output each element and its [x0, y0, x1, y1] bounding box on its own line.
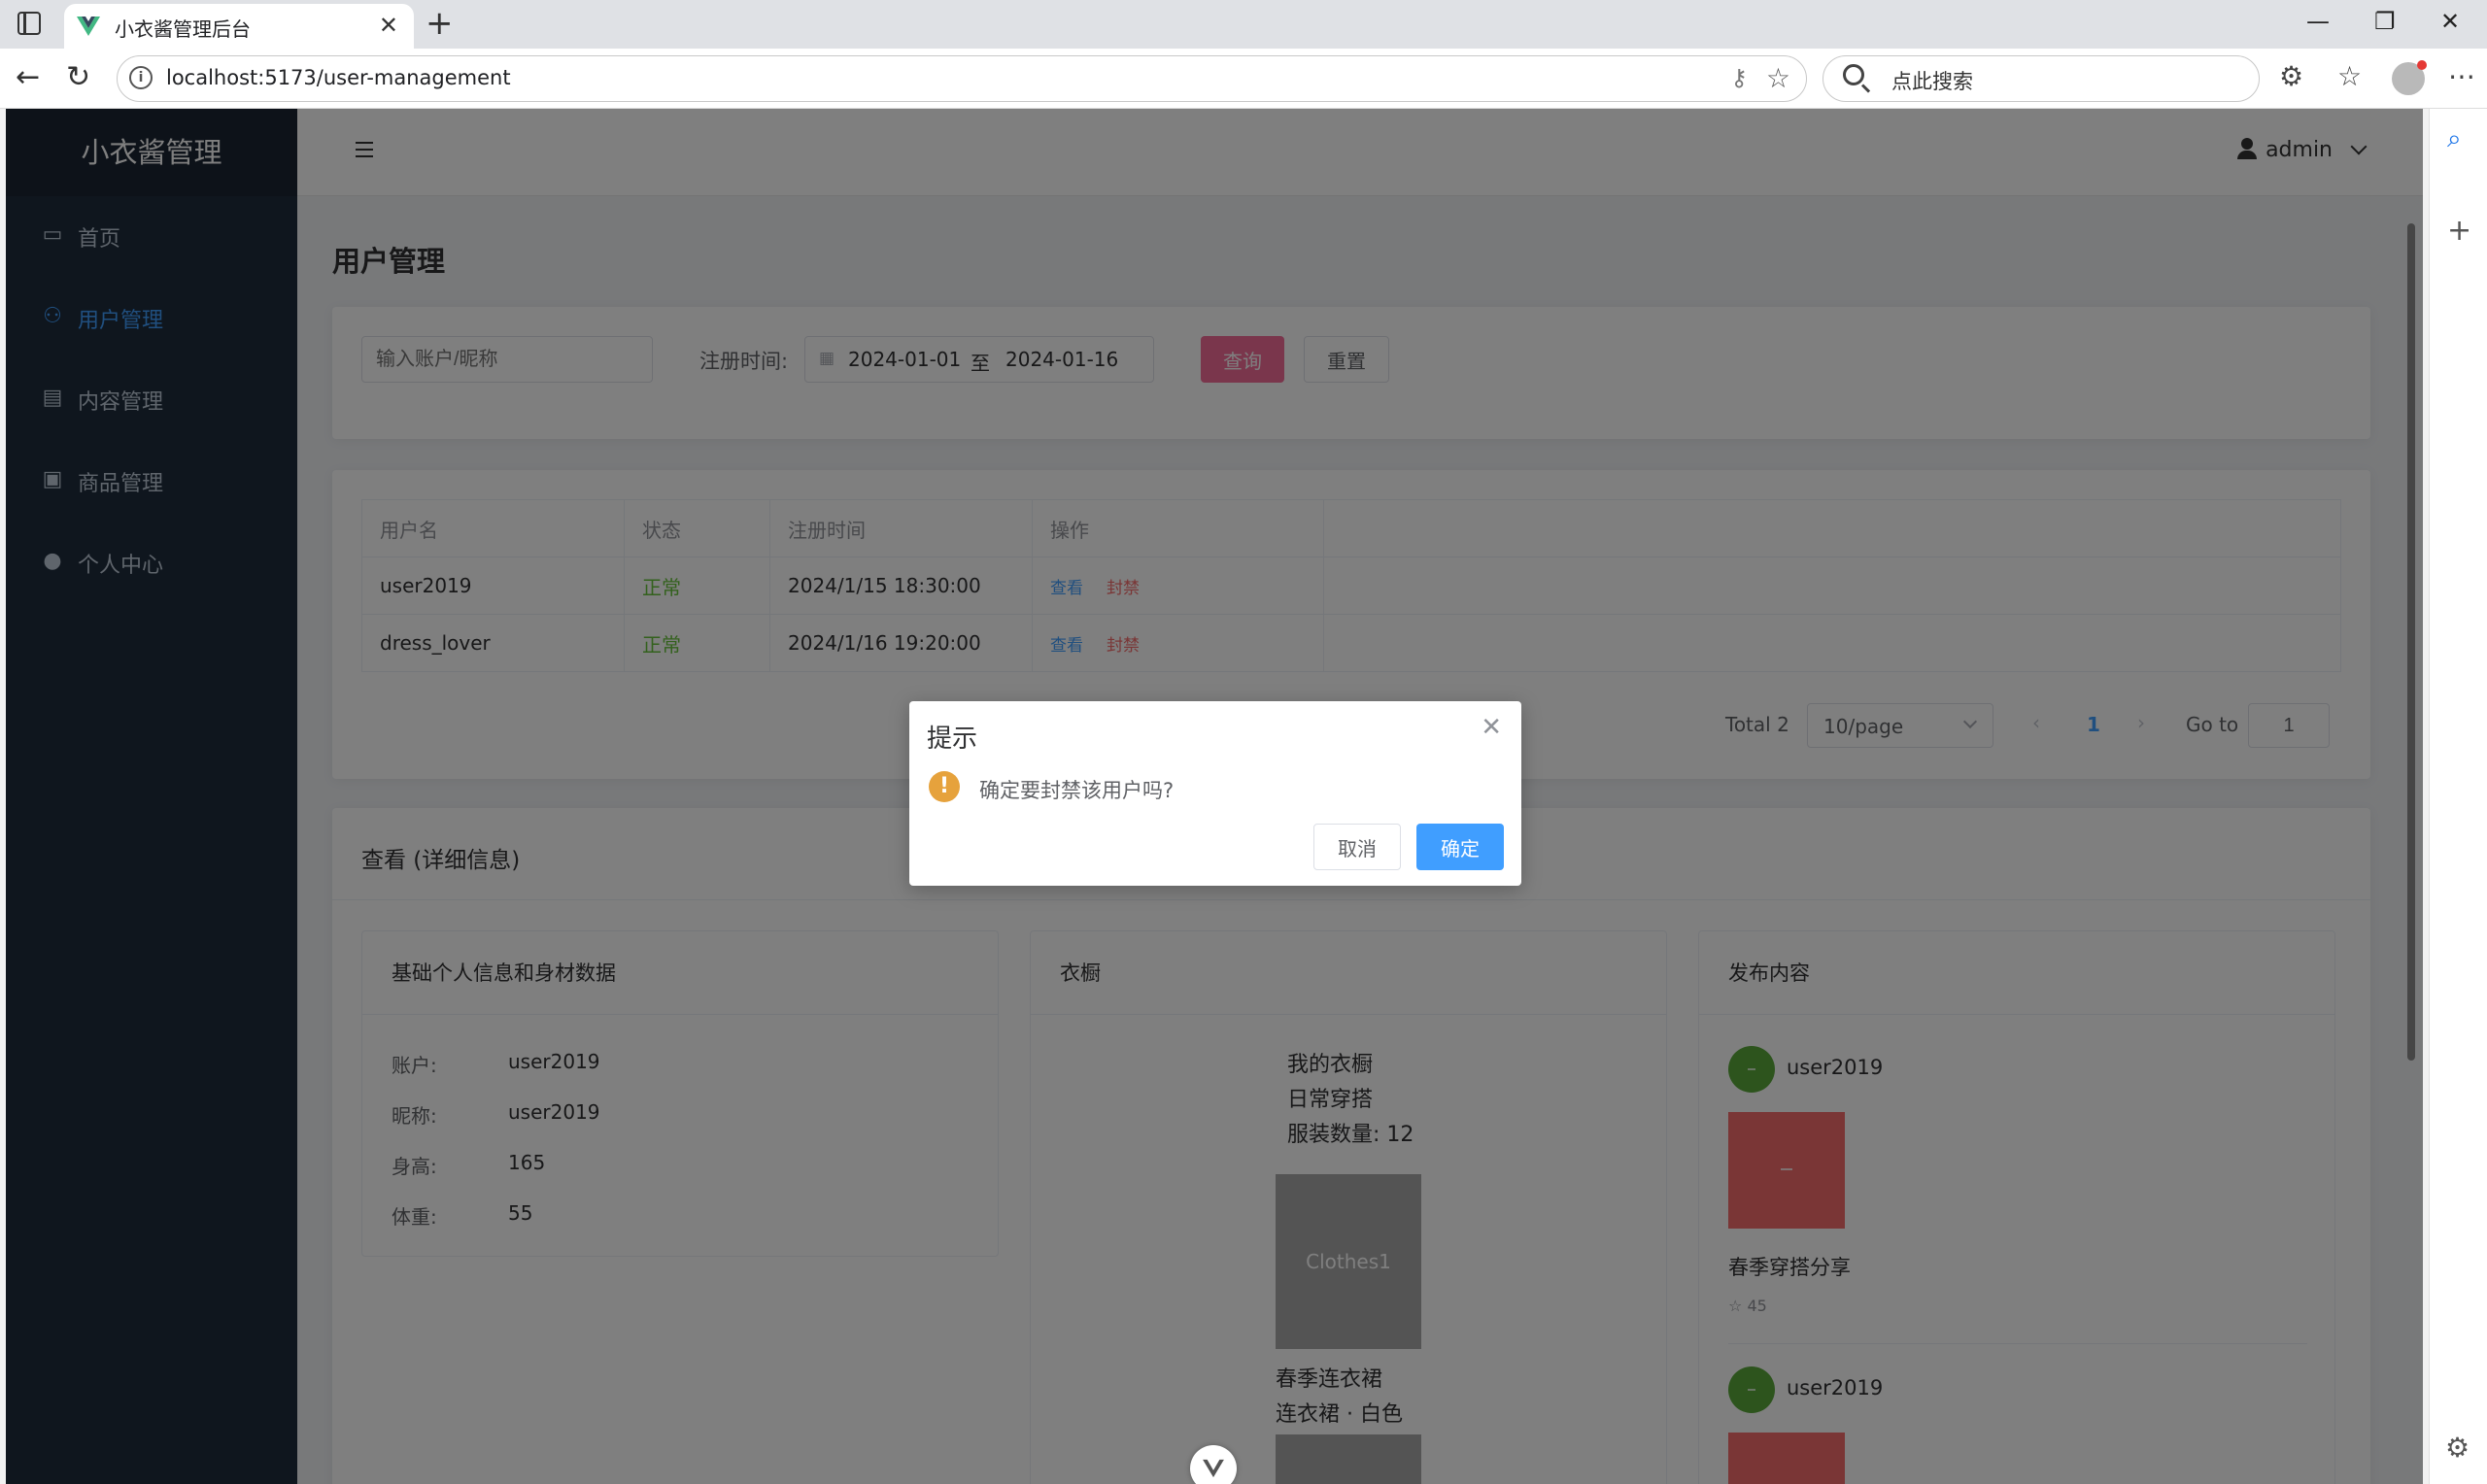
favorites-icon[interactable]: ☆: [2337, 60, 2362, 92]
extensions-icon[interactable]: ⚙: [2279, 60, 2303, 92]
vue-logo-icon: [77, 17, 100, 36]
url-text[interactable]: localhost:5173/user-management: [166, 66, 511, 89]
tab-title: 小衣酱管理后台: [115, 17, 251, 41]
vue-logo-icon: [1203, 1459, 1224, 1478]
warning-icon: !: [929, 771, 960, 802]
search-placeholder: 点此搜索: [1891, 70, 1973, 93]
site-info-icon[interactable]: i: [129, 66, 153, 89]
browser-toolbar: ← ↻ i localhost:5173/user-management ⚷ ☆…: [0, 49, 2487, 109]
tab-actions-icon[interactable]: [17, 12, 41, 35]
cancel-button[interactable]: 取消: [1313, 824, 1401, 870]
confirm-button[interactable]: 确定: [1416, 824, 1504, 870]
side-add-icon[interactable]: +: [2447, 214, 2471, 248]
dialog-message: 确定要封禁该用户吗?: [979, 779, 1175, 802]
search-icon: [1843, 64, 1864, 85]
browser-tabbar: 小衣酱管理后台 ✕ + — ❐ ✕: [0, 0, 2487, 49]
minimize-icon[interactable]: —: [2306, 8, 2330, 35]
new-tab-icon[interactable]: +: [426, 4, 454, 43]
close-icon[interactable]: ✕: [1481, 713, 1502, 742]
close-window-icon[interactable]: ✕: [2440, 8, 2460, 35]
key-icon[interactable]: ⚷: [1730, 64, 1748, 91]
confirm-dialog: 提示 ✕ ! 确定要封禁该用户吗? 取消 确定: [909, 701, 1521, 886]
browser-search-box[interactable]: 点此搜索: [1823, 55, 2260, 102]
more-menu-icon[interactable]: ⋯: [2448, 60, 2475, 92]
back-icon[interactable]: ←: [16, 60, 40, 94]
address-bar[interactable]: i localhost:5173/user-management ⚷ ☆: [117, 55, 1807, 102]
dialog-title: 提示: [927, 725, 978, 754]
browser-tab[interactable]: 小衣酱管理后台 ✕: [64, 4, 414, 49]
favorite-star-icon[interactable]: ☆: [1766, 62, 1790, 94]
side-settings-icon[interactable]: ⚙: [2445, 1432, 2470, 1464]
close-tab-icon[interactable]: ✕: [379, 12, 398, 39]
profile-avatar[interactable]: [2392, 60, 2427, 95]
vue-devtools-button[interactable]: [1190, 1445, 1237, 1484]
side-search-icon[interactable]: ⌕: [2447, 124, 2462, 154]
browser-side-panel: ⌕ + ⚙: [2429, 109, 2487, 1484]
reload-icon[interactable]: ↻: [66, 60, 90, 94]
restore-icon[interactable]: ❐: [2374, 8, 2396, 35]
